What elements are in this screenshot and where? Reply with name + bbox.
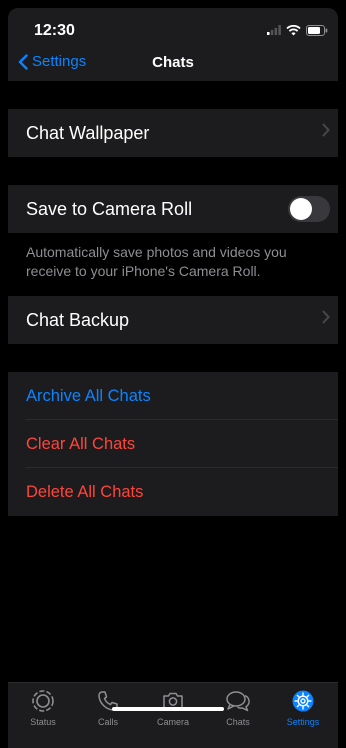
chevron-right-icon [322, 310, 330, 324]
cellular-signal-icon [267, 25, 281, 35]
clear-all-chats-button[interactable]: Clear All Chats [8, 420, 338, 468]
status-icons [267, 22, 328, 38]
chat-backup-row[interactable]: Chat Backup [8, 296, 338, 344]
archive-all-chats-button[interactable]: Archive All Chats [8, 372, 338, 420]
battery-icon [306, 24, 328, 36]
chat-wallpaper-row[interactable]: Chat Wallpaper [8, 109, 338, 157]
status-icon [32, 690, 54, 712]
save-to-camera-roll-label: Save to Camera Roll [26, 198, 193, 219]
camera-roll-footer-note: Automatically save photos and videos you… [8, 233, 338, 296]
top-bar: 12:30 Settings Chats [8, 8, 338, 81]
home-indicator [112, 707, 224, 711]
section-spacer [8, 344, 338, 372]
section-spacer [8, 81, 338, 109]
tab-settings[interactable]: Settings [273, 689, 333, 727]
tab-settings-label: Settings [286, 717, 320, 727]
page-title: Chats [152, 54, 194, 71]
tab-status[interactable]: Status [13, 689, 73, 727]
wifi-icon [286, 24, 301, 35]
chat-bubbles-icon [226, 691, 250, 712]
settings-list: Chat Wallpaper Save to Camera Roll Autom… [8, 81, 338, 516]
status-time: 12:30 [34, 22, 75, 39]
save-to-camera-roll-row: Save to Camera Roll [8, 185, 338, 233]
delete-all-chats-button[interactable]: Delete All Chats [8, 468, 338, 516]
app-window: 12:30 Settings Chats Chat Wallpaper Save… [8, 8, 338, 748]
tab-camera-label: Camera [156, 717, 189, 727]
section-spacer [8, 157, 338, 185]
chevron-right-icon [322, 123, 330, 137]
tab-chats-label: Chats [226, 717, 250, 727]
chat-wallpaper-label: Chat Wallpaper [26, 122, 150, 143]
save-to-camera-roll-toggle[interactable] [288, 196, 330, 222]
tab-bar: Status Calls Camera Chats Settings [8, 682, 338, 748]
toggle-knob [290, 198, 312, 220]
chat-backup-label: Chat Backup [26, 309, 130, 330]
tab-calls-label: Calls [97, 717, 118, 727]
tab-status-label: Status [30, 717, 56, 727]
gear-icon [292, 690, 314, 712]
